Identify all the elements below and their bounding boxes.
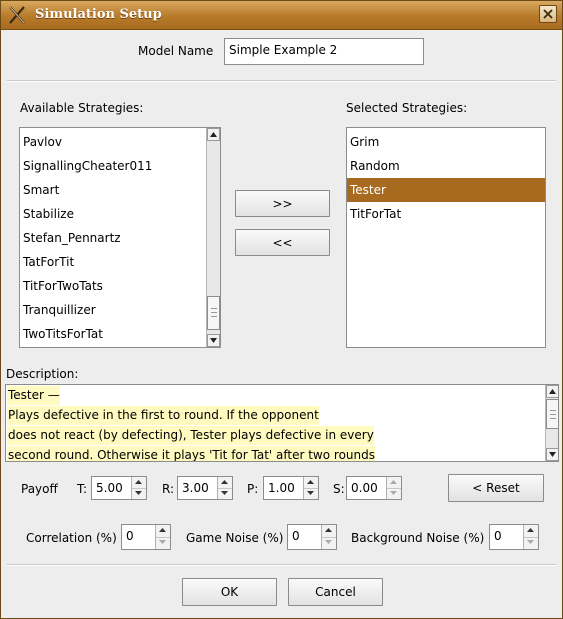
scroll-up-button[interactable]: [207, 128, 220, 141]
payoff-label: Payoff: [21, 482, 58, 496]
cancel-button-label: Cancel: [315, 585, 356, 599]
payoff-t-spinner[interactable]: 5.00: [91, 476, 147, 500]
spin-down-button[interactable]: [322, 537, 336, 548]
arrow-up-icon: [159, 528, 166, 532]
background-noise-label: Background Noise (%): [351, 531, 485, 545]
remove-strategy-button-label: <<: [272, 235, 293, 250]
correlation-value: 0: [126, 529, 134, 543]
arrow-down-icon: [159, 540, 166, 544]
arrow-up-icon: [135, 480, 142, 484]
payoff-r-spinner[interactable]: 3.00: [177, 476, 233, 500]
close-icon: [543, 9, 553, 19]
arrow-up-icon: [325, 528, 332, 532]
arrow-up-icon: [549, 389, 556, 394]
correlation-spinner[interactable]: 0: [121, 524, 171, 550]
spin-down-button[interactable]: [132, 488, 146, 499]
close-button[interactable]: [539, 5, 557, 23]
arrow-down-icon: [210, 338, 217, 343]
list-item[interactable]: Grim: [347, 130, 545, 154]
payoff-t-label: T:: [77, 482, 88, 496]
model-name-input[interactable]: Simple Example 2: [224, 38, 424, 65]
payoff-s-label: S:: [333, 482, 345, 496]
separator: [7, 564, 556, 566]
reset-button-label: < Reset: [472, 481, 520, 495]
scroll-thumb[interactable]: [207, 296, 220, 330]
list-item[interactable]: Tranquillizer: [20, 298, 206, 322]
selected-strategies-list[interactable]: Grim Random Tester TitForTat: [346, 127, 546, 348]
description-line: Plays defective in the first to round. I…: [7, 406, 319, 425]
arrow-down-icon: [307, 491, 314, 495]
x-logo-icon: [9, 6, 25, 24]
list-item[interactable]: TatForTit: [20, 250, 206, 274]
title-bar[interactable]: Simulation Setup: [1, 1, 562, 30]
payoff-p-label: P:: [247, 482, 259, 496]
window-title: Simulation Setup: [35, 7, 162, 22]
arrow-up-icon: [527, 528, 534, 532]
payoff-r-label: R:: [162, 482, 175, 496]
list-item[interactable]: Pavlov: [20, 130, 206, 154]
payoff-t-value: 5.00: [96, 481, 123, 495]
correlation-label: Correlation (%): [26, 531, 117, 545]
description-line: second round. Otherwise it plays 'Tit fo…: [7, 446, 375, 461]
arrow-up-icon: [221, 480, 228, 484]
payoff-r-value: 3.00: [182, 481, 209, 495]
arrow-up-icon: [210, 132, 217, 137]
list-item[interactable]: Stabilize: [20, 202, 206, 226]
spin-down-button[interactable]: [218, 488, 232, 499]
background-noise-spinner[interactable]: 0: [489, 524, 539, 550]
list-item[interactable]: TitForTat: [347, 202, 545, 226]
arrow-down-icon: [135, 491, 142, 495]
description-line: does not react (by defecting), Tester pl…: [7, 426, 374, 445]
list-item[interactable]: SignallingCheater011: [20, 154, 206, 178]
scroll-thumb[interactable]: [546, 399, 558, 429]
payoff-p-value: 1.00: [268, 481, 295, 495]
game-noise-label: Game Noise (%): [186, 531, 284, 545]
separator: [7, 80, 556, 82]
payoff-s-value: 0.00: [351, 481, 378, 495]
add-strategy-button[interactable]: >>: [235, 190, 330, 217]
available-list-scrollbar[interactable]: [206, 128, 220, 347]
description-scrollbar[interactable]: [545, 385, 558, 461]
spin-down-button[interactable]: [524, 537, 538, 548]
arrow-down-icon: [549, 452, 556, 457]
reset-button[interactable]: < Reset: [448, 474, 544, 502]
ok-button-label: OK: [220, 585, 239, 599]
game-noise-spinner[interactable]: 0: [287, 524, 337, 550]
list-item[interactable]: Random: [347, 154, 545, 178]
description-text-area[interactable]: Tester — Plays defective in the first to…: [5, 384, 559, 462]
model-name-label: Model Name: [138, 44, 214, 58]
arrow-down-icon: [390, 491, 397, 495]
arrow-up-icon: [307, 480, 314, 484]
spin-down-button[interactable]: [156, 537, 170, 548]
add-strategy-button-label: >>: [272, 196, 293, 211]
description-line: Tester —: [7, 386, 60, 405]
spin-down-button[interactable]: [304, 488, 318, 499]
description-label: Description:: [6, 367, 79, 381]
payoff-s-spinner[interactable]: 0.00: [346, 476, 402, 500]
simulation-setup-dialog: Simulation Setup Model Name Simple Examp…: [0, 0, 563, 619]
scroll-down-button[interactable]: [546, 448, 558, 461]
arrow-down-icon: [221, 491, 228, 495]
selected-strategies-label: Selected Strategies:: [346, 101, 468, 115]
payoff-p-spinner[interactable]: 1.00: [263, 476, 319, 500]
game-noise-value: 0: [292, 529, 300, 543]
available-strategies-label: Available Strategies:: [20, 101, 144, 115]
remove-strategy-button[interactable]: <<: [235, 229, 330, 256]
background-noise-value: 0: [494, 529, 502, 543]
scroll-down-button[interactable]: [207, 334, 220, 347]
arrow-down-icon: [527, 540, 534, 544]
arrow-up-icon: [390, 480, 397, 484]
available-strategies-list[interactable]: Pavlov SignallingCheater011 Smart Stabil…: [19, 127, 221, 348]
spin-down-button[interactable]: [387, 488, 401, 499]
cancel-button[interactable]: Cancel: [288, 578, 383, 606]
list-item-selected[interactable]: Tester: [347, 178, 545, 202]
list-item[interactable]: Stefan_Pennartz: [20, 226, 206, 250]
list-item[interactable]: TitForTwoTats: [20, 274, 206, 298]
ok-button[interactable]: OK: [182, 578, 277, 606]
list-item[interactable]: Smart: [20, 178, 206, 202]
arrow-down-icon: [325, 540, 332, 544]
scroll-up-button[interactable]: [546, 385, 558, 398]
list-item[interactable]: TwoTitsForTat: [20, 322, 206, 346]
